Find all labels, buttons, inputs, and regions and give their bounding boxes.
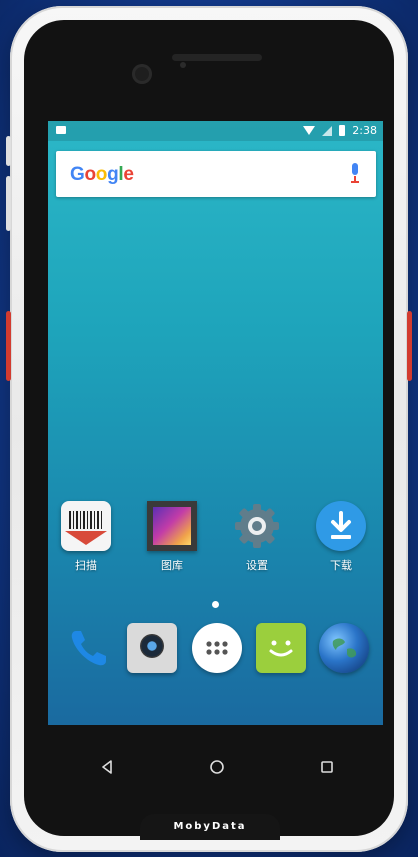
- gallery-icon: [147, 501, 197, 551]
- google-logo-letter: o: [95, 164, 108, 185]
- recents-button[interactable]: [318, 758, 336, 776]
- earpiece-speaker: [172, 54, 262, 61]
- home-button[interactable]: [208, 758, 226, 776]
- globe-icon[interactable]: [319, 623, 369, 673]
- app-label-downloads: 下载: [330, 559, 352, 572]
- google-logo-letter: G: [70, 164, 85, 185]
- barcode-scanner-icon: [61, 501, 111, 551]
- side-scan-button-left: [6, 311, 11, 381]
- side-scan-button-right: [407, 311, 412, 381]
- download-icon: [316, 501, 366, 551]
- google-search-bar[interactable]: Google: [56, 151, 376, 197]
- google-logo: Google: [70, 164, 134, 186]
- status-bar: 2:38: [48, 121, 383, 141]
- app-downloads[interactable]: 下载: [306, 501, 376, 573]
- app-label-gallery: 图库: [161, 559, 183, 572]
- google-logo-letter: g: [107, 164, 119, 185]
- mic-icon[interactable]: [350, 163, 360, 185]
- back-button[interactable]: [98, 758, 116, 776]
- wifi-icon: [303, 126, 316, 135]
- phone-icon[interactable]: [64, 623, 114, 673]
- proximity-sensor: [180, 62, 186, 68]
- camera-icon[interactable]: [127, 623, 177, 673]
- page-indicator-dot: [212, 601, 219, 608]
- status-time: 2:38: [352, 124, 377, 137]
- message-icon[interactable]: [256, 623, 306, 673]
- status-icons: 2:38: [303, 124, 377, 137]
- google-logo-letter: e: [123, 164, 134, 185]
- google-logo-letter: o: [84, 164, 96, 185]
- brand-logo: MobyData: [140, 814, 280, 840]
- app-drawer-icon[interactable]: [192, 623, 242, 673]
- notification-icon: [56, 126, 66, 134]
- signal-icon: [322, 125, 333, 136]
- front-camera: [132, 64, 152, 84]
- side-button-top: [6, 136, 11, 166]
- battery-icon: [339, 125, 346, 136]
- app-label-settings: 设置: [246, 559, 268, 572]
- home-screen: 2:38 Google 扫描 图库 设置 下载: [48, 121, 383, 725]
- app-settings[interactable]: 设置: [222, 501, 292, 573]
- gear-icon: [232, 501, 282, 551]
- app-label-scan: 扫描: [75, 559, 97, 572]
- app-scan[interactable]: 扫描: [51, 501, 121, 573]
- app-gallery[interactable]: 图库: [137, 501, 207, 573]
- side-button-upper: [6, 176, 11, 231]
